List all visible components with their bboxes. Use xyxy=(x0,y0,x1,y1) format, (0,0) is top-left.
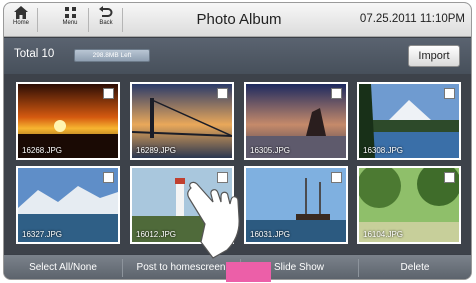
photo-filename: 16104.JPG xyxy=(363,230,404,239)
highlight-marker xyxy=(226,262,271,282)
select-checkbox[interactable] xyxy=(444,172,455,183)
photo-filename: 16012.JPG xyxy=(136,230,177,239)
back-button[interactable]: Back xyxy=(93,6,119,34)
datetime-display: 07.25.2011 11:10PM xyxy=(359,13,465,25)
divider xyxy=(88,8,89,32)
select-checkbox[interactable] xyxy=(331,88,342,99)
photo-filename: 16308.JPG xyxy=(363,146,404,155)
menu-label: Menu xyxy=(62,20,78,26)
hand-pointer-icon xyxy=(187,181,240,259)
photo-filename: 16289.JPG xyxy=(136,146,177,155)
page-title: Photo Album xyxy=(196,11,282,28)
photo-filename: 16268.JPG xyxy=(22,146,63,155)
back-icon xyxy=(99,6,113,17)
select-checkbox[interactable] xyxy=(331,172,342,183)
photo-filename: 16327.JPG xyxy=(22,230,63,239)
back-label: Back xyxy=(99,20,113,26)
photo-tile[interactable]: 16305.JPG xyxy=(244,82,348,160)
photo-filename: 16305.JPG xyxy=(250,146,291,155)
select-checkbox[interactable] xyxy=(103,88,114,99)
delete-button[interactable]: Delete xyxy=(358,255,471,279)
photo-tile[interactable]: 16327.JPG xyxy=(16,166,120,244)
home-label: Home xyxy=(12,20,29,26)
photo-tile[interactable]: 16031.JPG xyxy=(244,166,348,244)
home-icon xyxy=(14,6,28,19)
import-button[interactable]: Import xyxy=(408,45,460,67)
select-checkbox[interactable] xyxy=(444,88,455,99)
home-button[interactable]: Home xyxy=(8,6,34,34)
photo-filename: 16031.JPG xyxy=(250,230,291,239)
total-count: Total 10 xyxy=(14,48,55,60)
top-bar: Home Menu Back Photo Album 07.25.2011 11… xyxy=(4,3,471,37)
photo-tile[interactable]: 16268.JPG xyxy=(16,82,120,160)
menu-icon xyxy=(64,7,76,18)
divider xyxy=(122,8,123,32)
select-checkbox[interactable] xyxy=(103,172,114,183)
divider xyxy=(37,8,38,32)
info-bar: Total 10 298.8MB Left Import xyxy=(4,38,471,74)
menu-button[interactable]: Menu xyxy=(57,6,83,34)
select-all-button[interactable]: Select All/None xyxy=(4,255,122,279)
photo-tile[interactable]: 16289.JPG xyxy=(130,82,234,160)
storage-indicator: 298.8MB Left xyxy=(74,49,150,62)
select-checkbox[interactable] xyxy=(217,88,228,99)
photo-tile[interactable]: 16104.JPG xyxy=(357,166,461,244)
photo-tile[interactable]: 16308.JPG xyxy=(357,82,461,160)
